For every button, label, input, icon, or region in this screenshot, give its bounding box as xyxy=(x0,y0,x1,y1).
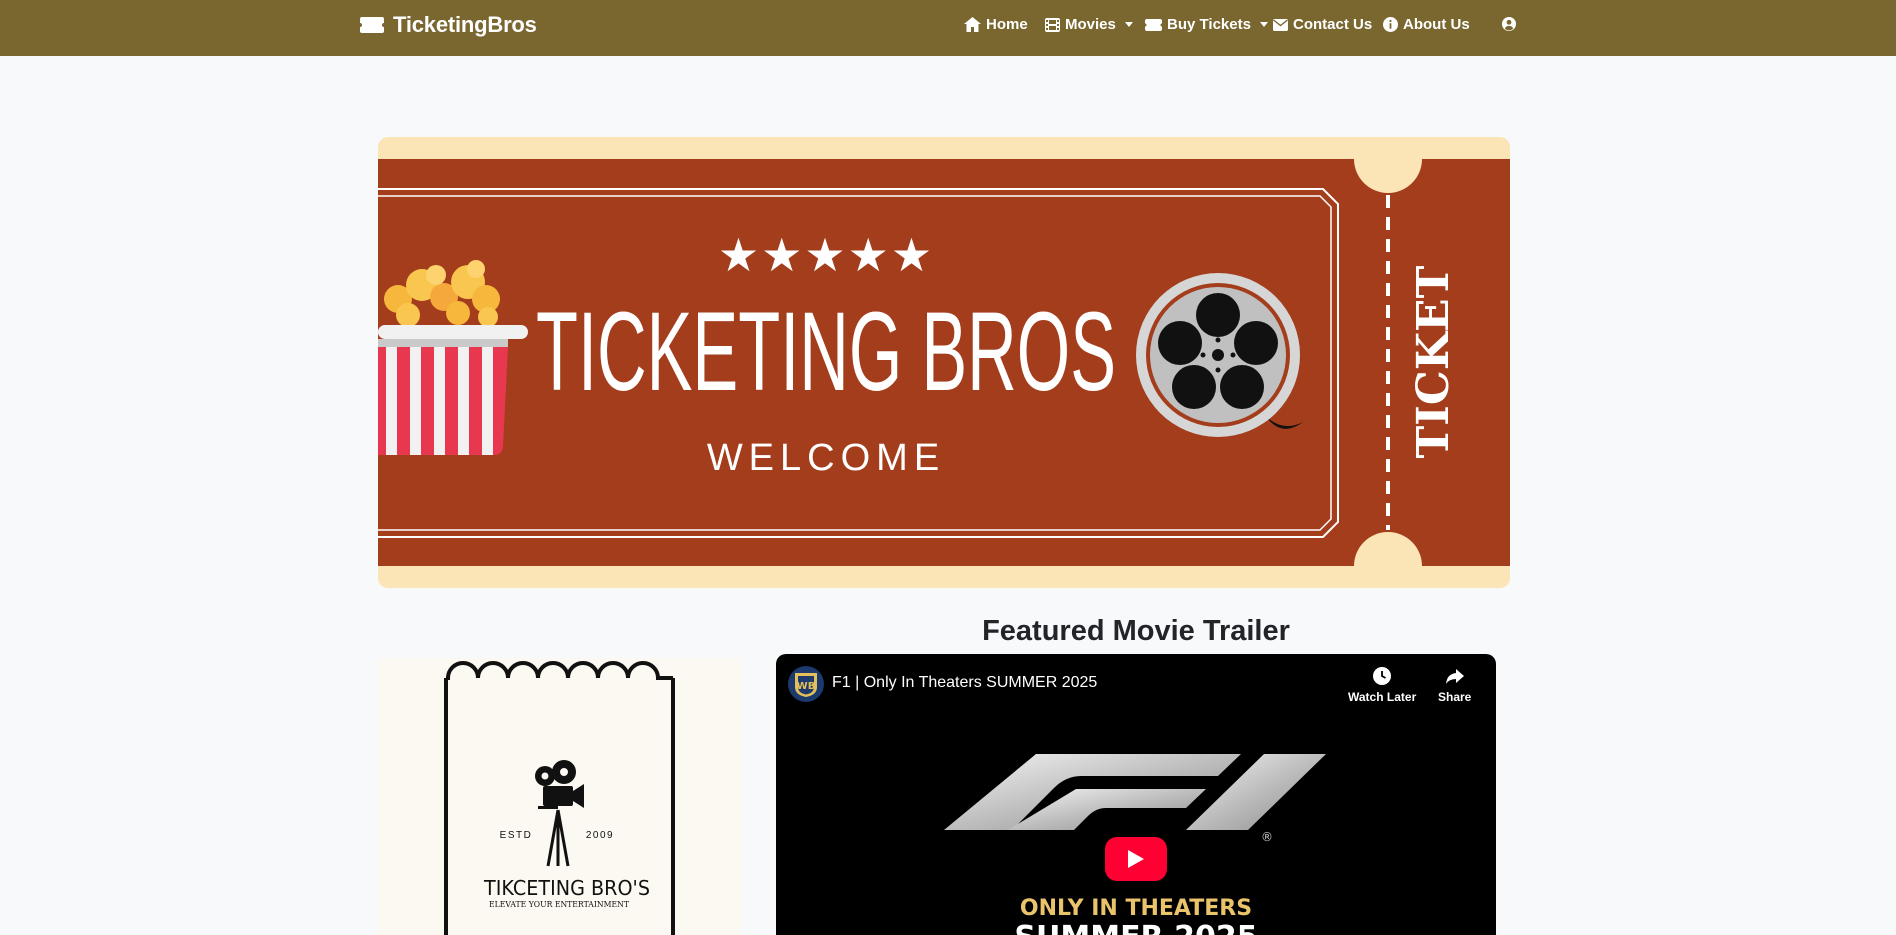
nav-about-label: About Us xyxy=(1403,16,1470,33)
nav-buy-tickets-dropdown[interactable]: Buy Tickets xyxy=(1145,16,1268,33)
play-icon xyxy=(1128,850,1144,868)
clock-icon xyxy=(1373,667,1392,685)
nav-contact-label: Contact Us xyxy=(1293,16,1373,33)
poster-graphic: ESTD 2009 TIKCETING BRO'S ELEVATE YOUR E… xyxy=(444,661,675,935)
top-navbar: TicketingBros Home Movies Buy Tickets Co… xyxy=(0,0,1896,56)
featured-heading: Featured Movie Trailer xyxy=(982,615,1290,647)
home-icon xyxy=(964,17,981,32)
nav-about[interactable]: About Us xyxy=(1383,16,1470,33)
share-button[interactable]: Share xyxy=(1438,666,1471,704)
trailer-video-embed[interactable]: WB F1 | Only In Theaters SUMMER 2025 Wat… xyxy=(776,654,1496,935)
poster-name: TIKCETING BRO'S xyxy=(483,876,650,900)
video-title[interactable]: F1 | Only In Theaters SUMMER 2025 xyxy=(832,674,1097,692)
watch-later-label: Watch Later xyxy=(1348,690,1417,704)
share-icon xyxy=(1445,669,1464,684)
brand-link[interactable]: TicketingBros xyxy=(359,12,537,38)
svg-text:®: ® xyxy=(1261,830,1273,844)
chevron-down-icon xyxy=(1124,22,1133,27)
nav-movies-label: Movies xyxy=(1065,16,1116,33)
user-icon xyxy=(1502,17,1516,31)
poster-estd: ESTD xyxy=(500,830,533,841)
info-icon xyxy=(1383,17,1398,32)
trailer-tagline: ONLY IN THEATERS xyxy=(1019,896,1253,921)
share-label: Share xyxy=(1438,690,1472,704)
ticket-icon xyxy=(1145,18,1162,31)
poster-year: 2009 xyxy=(586,830,614,841)
nav-contact[interactable]: Contact Us xyxy=(1273,16,1372,33)
film-icon xyxy=(1045,17,1060,32)
svg-text:WB: WB xyxy=(797,681,816,692)
hero-banner: ★★★★★ TICKETING BROS WELCOME TICKET xyxy=(378,137,1510,588)
brand-name: TicketingBros xyxy=(393,12,537,37)
play-button[interactable] xyxy=(1105,837,1167,881)
wb-logo-icon: WB xyxy=(795,673,817,697)
nav-home-label: Home xyxy=(986,16,1028,33)
hero-title: TICKETING BROS xyxy=(536,289,1116,414)
envelope-icon xyxy=(1273,18,1288,31)
chevron-down-icon xyxy=(1259,22,1268,27)
hero-subtitle: WELCOME xyxy=(707,437,945,479)
rating-stars: ★★★★★ xyxy=(718,228,934,282)
film-camera-icon xyxy=(535,760,584,867)
user-menu-button[interactable] xyxy=(1502,17,1516,31)
nav-buy-tickets-label: Buy Tickets xyxy=(1167,16,1251,33)
trailer-date: SUMMER 2025 xyxy=(776,920,1496,935)
ticket-icon xyxy=(359,16,385,34)
nav-home[interactable]: Home xyxy=(964,16,1028,33)
brand-poster: ESTD 2009 TIKCETING BRO'S ELEVATE YOUR E… xyxy=(378,658,741,935)
nav-movies-dropdown[interactable]: Movies xyxy=(1045,16,1133,33)
channel-avatar[interactable]: WB xyxy=(788,666,824,702)
poster-tagline: ELEVATE YOUR ENTERTAINMENT xyxy=(489,900,630,909)
ticket-stub-label: TICKET xyxy=(1408,265,1459,458)
watch-later-button[interactable]: Watch Later xyxy=(1348,666,1416,704)
hero-ticket-graphic: ★★★★★ TICKETING BROS WELCOME TICKET xyxy=(378,137,1510,588)
